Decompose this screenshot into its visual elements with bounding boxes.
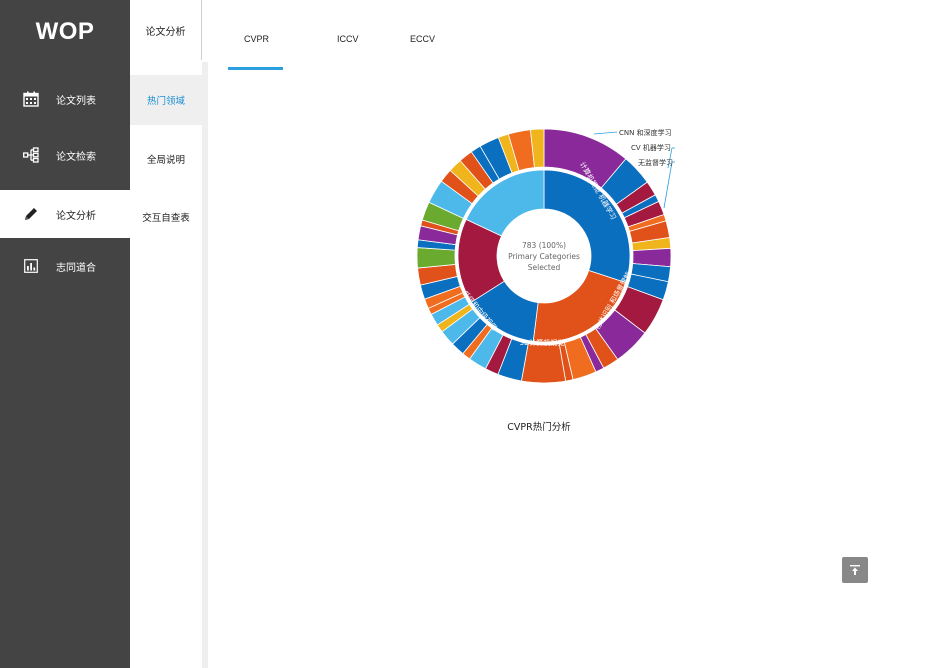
app-logo: WOP — [35, 18, 95, 45]
sub-menu: 论文分析 热门领域 全局说明 交互自查表 — [130, 0, 202, 668]
submenu-item-global-notes[interactable]: 全局说明 — [130, 134, 202, 184]
outer-segment — [520, 343, 567, 384]
chart-caption: CVPR热门分析 — [507, 422, 571, 433]
sidebar-item-label: 论文列表 — [56, 95, 96, 107]
sidebar-item-paper-search[interactable]: 论文检索 — [0, 131, 130, 179]
center-label-1: Primary Categories — [508, 252, 580, 261]
legend-unsupervised-label: 无监督学习 — [638, 158, 673, 167]
sidebar-item-paper-analysis[interactable]: 论文分析 — [0, 190, 130, 238]
sidebar-item-paper-list[interactable]: 论文列表 — [0, 75, 130, 123]
pencil-icon — [22, 205, 40, 223]
sunburst-chart: 783 (100%) Primary Categories Selected C… — [416, 128, 675, 384]
sidebar-item-like-minded[interactable]: 志同道合 — [0, 242, 130, 290]
arrow-up-icon — [850, 565, 860, 575]
sidebar-item-label: 志同道合 — [56, 262, 96, 274]
main-sidebar: WOP 论文列表 论文检索 论文分析 志同道合 — [0, 0, 130, 668]
legend-cv-ml-label: CV 机器学习 — [631, 143, 671, 152]
tab-iccv[interactable]: ICCV — [337, 34, 359, 44]
tab-eccv[interactable]: ECCV — [410, 34, 435, 44]
sidebar-item-label: 论文分析 — [56, 210, 96, 222]
tab-cvpr[interactable]: CVPR — [244, 34, 269, 44]
bar-chart-icon — [22, 257, 40, 275]
submenu-item-self-check[interactable]: 交互自查表 — [130, 192, 202, 242]
inner-label-3d-cv: 3D计算机视觉 — [520, 338, 565, 347]
calendar-icon — [22, 90, 40, 108]
active-tab-indicator — [228, 67, 283, 70]
hierarchy-icon — [22, 146, 40, 164]
submenu-title: 论文分析 — [130, 0, 202, 60]
submenu-item-hot-fields[interactable]: 热门领域 — [130, 75, 202, 125]
legend-cnn-label: CNN 和深度学习 — [619, 128, 672, 137]
center-label-2: Selected — [528, 263, 561, 272]
content-divider — [202, 62, 208, 668]
outer-segment — [416, 247, 456, 269]
center-count: 783 (100%) — [522, 241, 566, 250]
back-to-top-button[interactable] — [842, 557, 868, 583]
sidebar-item-label: 论文检索 — [56, 151, 96, 163]
